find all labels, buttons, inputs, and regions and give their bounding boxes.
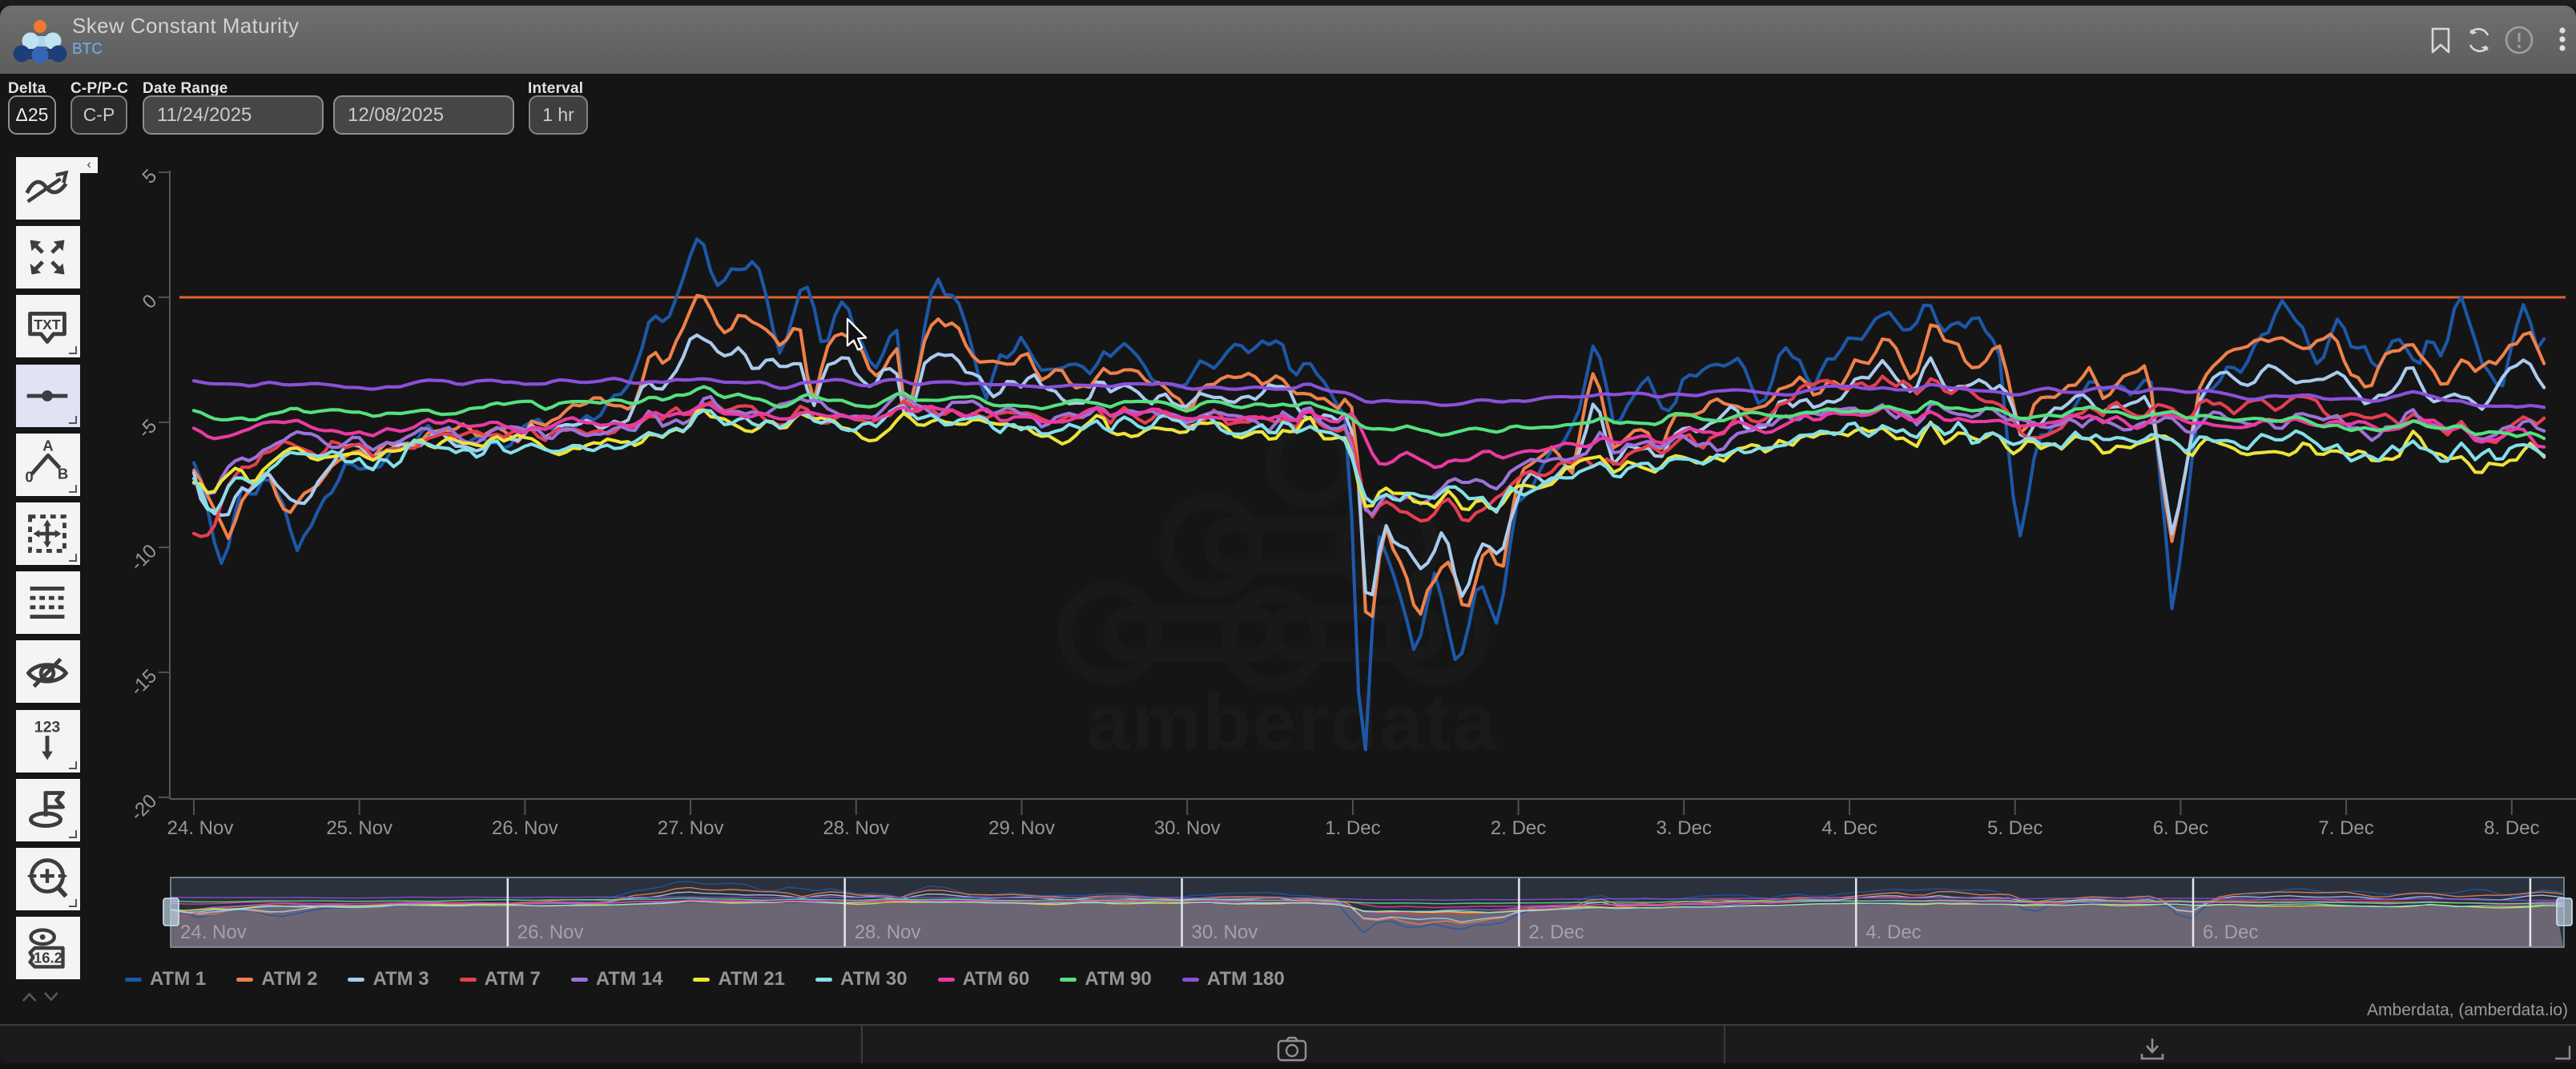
svg-text:1. Dec: 1. Dec — [1325, 817, 1380, 839]
svg-text:8. Dec: 8. Dec — [2484, 817, 2539, 839]
svg-text:A: A — [42, 437, 53, 454]
svg-text:25. Nov: 25. Nov — [326, 817, 392, 839]
svg-text:7. Dec: 7. Dec — [2318, 817, 2373, 839]
svg-text:2. Dec: 2. Dec — [1491, 817, 1546, 839]
svg-text:16.2: 16.2 — [34, 950, 62, 966]
svg-text:6. Dec: 6. Dec — [2203, 922, 2258, 943]
svg-text:TXT: TXT — [34, 317, 60, 333]
svg-text:-20: -20 — [127, 790, 162, 825]
svg-text:30. Nov: 30. Nov — [1154, 817, 1221, 839]
svg-text:6. Dec: 6. Dec — [2153, 817, 2208, 839]
svg-text:27. Nov: 27. Nov — [658, 817, 724, 839]
svg-text:28. Nov: 28. Nov — [823, 817, 889, 839]
svg-text:4. Dec: 4. Dec — [1821, 817, 1877, 839]
svg-text:3. Dec: 3. Dec — [1656, 817, 1712, 839]
svg-text:-10: -10 — [127, 540, 162, 575]
svg-text:29. Nov: 29. Nov — [988, 817, 1055, 839]
svg-text:28. Nov: 28. Nov — [855, 922, 921, 943]
svg-text:4. Dec: 4. Dec — [1866, 922, 1921, 943]
svg-text:5. Dec: 5. Dec — [1987, 817, 2043, 839]
svg-text:5: 5 — [139, 165, 162, 188]
svg-text:2. Dec: 2. Dec — [1528, 922, 1584, 943]
svg-text:-15: -15 — [127, 665, 162, 700]
svg-text:amberdata: amberdata — [1086, 678, 1498, 766]
svg-text:24. Nov: 24. Nov — [180, 922, 247, 943]
svg-text:-5: -5 — [134, 415, 161, 442]
svg-text:24. Nov: 24. Nov — [167, 817, 234, 839]
svg-text:26. Nov: 26. Nov — [517, 922, 584, 943]
svg-text:30. Nov: 30. Nov — [1192, 922, 1258, 943]
svg-text:123: 123 — [34, 718, 61, 736]
svg-text:0: 0 — [139, 290, 162, 313]
svg-text:26. Nov: 26. Nov — [492, 817, 558, 839]
